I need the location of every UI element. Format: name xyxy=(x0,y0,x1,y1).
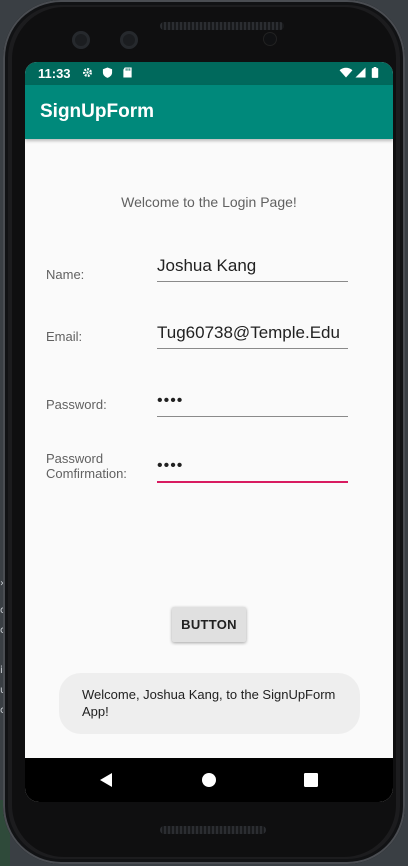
password-field[interactable]: •••• xyxy=(157,390,348,417)
confirm-password-label-line2: Comfirmation: xyxy=(46,466,127,481)
bottom-speaker xyxy=(160,826,266,834)
front-camera-icon xyxy=(120,31,138,49)
confirm-password-field[interactable]: •••• xyxy=(157,455,348,483)
password-label: Password: xyxy=(46,397,107,412)
name-field[interactable]: Joshua Kang xyxy=(157,255,348,282)
confirm-password-label: Password Comfirmation: xyxy=(46,451,127,481)
status-bar: 11:33 xyxy=(25,62,393,85)
confirm-password-label-line1: Password xyxy=(46,451,104,466)
phone-frame: 11:33 SignUpForm Welcome to the Login Pa… xyxy=(3,0,405,864)
earpiece-speaker xyxy=(160,22,284,30)
welcome-text: Welcome to the Login Page! xyxy=(121,194,297,210)
toast-message: Welcome, Joshua Kang, to the SignUpForm … xyxy=(59,673,360,734)
submit-button[interactable]: BUTTON xyxy=(172,607,246,642)
navigation-bar xyxy=(25,758,393,802)
back-icon[interactable] xyxy=(97,770,117,790)
email-field[interactable]: Tug60738@Temple.Edu xyxy=(157,322,348,349)
email-label: Email: xyxy=(46,329,83,344)
front-camera-icon xyxy=(72,31,90,49)
gear-icon xyxy=(83,68,92,77)
shield-icon xyxy=(102,67,113,78)
phone-screen: 11:33 SignUpForm Welcome to the Login Pa… xyxy=(25,62,393,802)
recents-icon[interactable] xyxy=(301,770,321,790)
status-time: 11:33 xyxy=(38,66,71,81)
signal-icon xyxy=(355,67,366,78)
proximity-sensor xyxy=(264,33,276,45)
name-label: Name: xyxy=(46,267,85,282)
home-icon[interactable] xyxy=(199,770,219,790)
app-title: SignUpForm xyxy=(40,101,154,122)
app-bar: SignUpForm xyxy=(25,85,393,139)
wifi-icon xyxy=(339,67,353,78)
battery-icon xyxy=(371,67,379,78)
sd-card-icon xyxy=(123,67,132,78)
